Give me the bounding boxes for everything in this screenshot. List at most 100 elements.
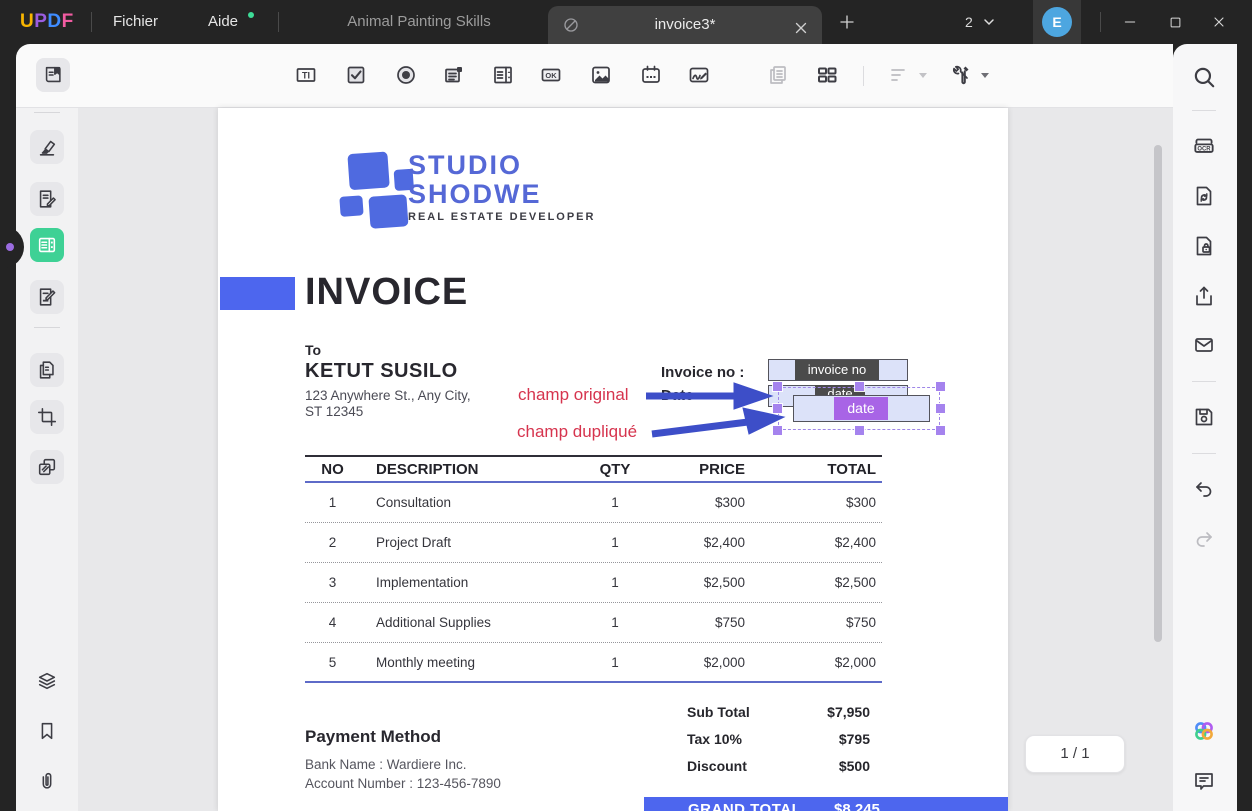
combo-box-tool[interactable] [436, 57, 472, 93]
search-button[interactable] [1187, 60, 1221, 94]
grand-total-label: GRAND TOTAL [688, 801, 802, 811]
save-button[interactable] [1187, 400, 1221, 434]
account-button[interactable]: E [1033, 0, 1081, 44]
duplicate-field-tool[interactable] [760, 57, 796, 93]
selection-handle-se[interactable] [936, 426, 945, 435]
align-fields-tool[interactable] [882, 57, 918, 93]
properties-dropdown-caret[interactable] [981, 73, 989, 78]
sidebar-divider [1192, 453, 1216, 454]
edit-document-icon [39, 190, 56, 208]
sidebar-item-fill-sign[interactable] [30, 280, 64, 314]
logo-letter-u: U [20, 11, 35, 32]
sidebar-item-comment[interactable] [30, 130, 64, 164]
sidebar-item-organize-pages[interactable] [30, 353, 64, 387]
checkbox-tool[interactable] [338, 57, 374, 93]
discount-row: Discount $500 [687, 757, 870, 774]
layout-grid-icon [818, 67, 837, 83]
annotation-arrows [646, 382, 786, 438]
selection-handle-s[interactable] [855, 426, 864, 435]
field-properties-tool[interactable] [943, 57, 979, 93]
selection-handle-e[interactable] [936, 404, 945, 413]
redo-button[interactable] [1187, 522, 1221, 556]
sidebar-item-bookmarks[interactable] [30, 714, 64, 748]
vertical-scrollbar[interactable] [1154, 145, 1162, 642]
close-button[interactable] [1202, 0, 1236, 44]
maximize-button[interactable] [1158, 0, 1192, 44]
sidebar-item-convert-pages[interactable] [30, 450, 64, 484]
titlebar-divider [278, 12, 279, 32]
checkbox-icon [347, 66, 365, 84]
table-row: 1 Consultation 1 $300 $300 [305, 483, 882, 523]
ai-assistant-button[interactable] [1187, 714, 1221, 748]
sidebar-item-forms-active[interactable] [30, 228, 64, 262]
paperclip-icon [42, 772, 52, 789]
ocr-button[interactable]: OCR [1187, 129, 1221, 163]
share-button[interactable] [1187, 279, 1221, 313]
align-icon [891, 69, 905, 81]
page-indicator[interactable]: 1 / 1 [1025, 735, 1125, 773]
sidebar-divider [1192, 381, 1216, 382]
invoice-table: NO DESCRIPTION QTY PRICE TOTAL 1 Consulta… [305, 455, 882, 683]
header-description: DESCRIPTION [376, 460, 479, 478]
tab-close-icon[interactable] [792, 19, 810, 37]
subtotal-row: Sub Total $7,950 [687, 703, 870, 720]
feedback-button[interactable] [1187, 764, 1221, 798]
tab-animal-painting-skills[interactable]: Animal Painting Skills [334, 0, 504, 44]
titlebar-divider [1100, 12, 1101, 32]
bank-name: Bank Name : Wardiere Inc. [305, 757, 467, 772]
ocr-icon: OCR [1194, 138, 1214, 153]
toolbar-divider [863, 66, 864, 86]
header-no: NO [321, 460, 344, 478]
aide-notification-dot [248, 12, 254, 18]
titlebar-divider [91, 12, 92, 32]
signature-field-tool[interactable] [681, 57, 717, 93]
align-dropdown-caret[interactable] [919, 73, 927, 78]
tab-invoice3[interactable]: invoice3* [548, 6, 822, 44]
selection-handle-n[interactable] [855, 382, 864, 391]
tax-row: Tax 10% $795 [687, 730, 870, 747]
logo-letter-p: P [34, 11, 48, 32]
selection-handle-ne[interactable] [936, 382, 945, 391]
invoice-title: INVOICE [305, 271, 469, 313]
crop-icon [37, 407, 57, 427]
email-button[interactable] [1187, 328, 1221, 362]
comment-bubble-icon [1195, 773, 1213, 790]
ai-assistant-icon [1195, 722, 1213, 740]
date-field-tool[interactable] [633, 57, 669, 93]
search-icon [1194, 67, 1215, 88]
annotation-duplicated-field: champ dupliqué [517, 422, 638, 441]
minimize-button[interactable] [1113, 0, 1147, 44]
sidebar-item-edit-pdf[interactable] [30, 182, 64, 216]
recipient-address-2: ST 12345 [305, 404, 364, 419]
annotation-original-field: champ original [518, 385, 629, 404]
table-row: 4 Additional Supplies 1 $750 $750 [305, 603, 882, 643]
undo-button[interactable] [1187, 472, 1221, 506]
menu-fichier[interactable]: Fichier [113, 0, 158, 44]
tab-title: invoice3* [654, 16, 716, 33]
new-tab-icon[interactable] [838, 13, 856, 31]
sidebar-item-crop[interactable] [30, 400, 64, 434]
document-lock-icon [1196, 236, 1212, 256]
list-box-icon [494, 66, 512, 84]
protect-button[interactable] [1187, 229, 1221, 263]
radio-button-tool[interactable] [388, 57, 424, 93]
fill-sign-icon [39, 288, 56, 306]
updf-logo[interactable]: UPDF [20, 0, 74, 45]
logo-text-line2: SHODWE [408, 179, 542, 209]
sidebar-item-layers[interactable] [30, 664, 64, 698]
date-field-icon [642, 65, 660, 83]
table-header-row: NO DESCRIPTION QTY PRICE TOTAL [305, 457, 882, 483]
reader-mode-button[interactable] [36, 58, 70, 92]
logo-letter-f: F [61, 11, 74, 32]
sidebar-item-attachments[interactable] [30, 764, 64, 798]
account-number: Account Number : 123-456-7890 [305, 776, 501, 791]
push-button-tool[interactable]: OK [533, 57, 569, 93]
menu-aide[interactable]: Aide [208, 0, 238, 44]
tab-count-dropdown[interactable]: 2 [965, 0, 995, 44]
layout-grid-tool[interactable] [809, 57, 845, 93]
recipient-address-1: 123 Anywhere St., Any City, [305, 388, 471, 403]
convert-button[interactable] [1187, 179, 1221, 213]
list-box-tool[interactable] [485, 57, 521, 93]
text-field-tool[interactable]: TI [288, 57, 324, 93]
image-field-tool[interactable] [583, 57, 619, 93]
